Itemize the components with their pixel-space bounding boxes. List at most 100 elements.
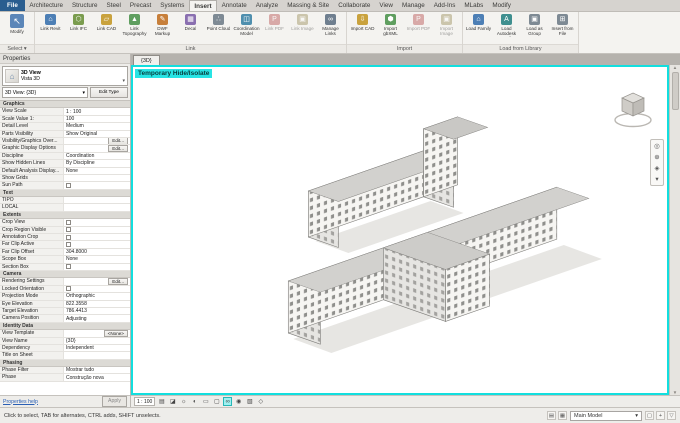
section-text[interactable]: Text	[0, 189, 130, 198]
ribbon-tab-view[interactable]: View	[375, 0, 398, 11]
section-phasing[interactable]: Phasing	[0, 359, 130, 368]
file-menu-button[interactable]: File	[0, 0, 25, 11]
type-selector[interactable]: ⌂ 3D View Vista 3D ▾	[2, 66, 128, 86]
property-value-show-hidden-lines[interactable]: By Discipline	[64, 160, 130, 167]
visual-style-icon[interactable]: ◪	[168, 397, 177, 406]
property-value-discipline[interactable]: Coordination	[64, 152, 130, 160]
section-identity-data[interactable]: Identity Data	[0, 322, 130, 331]
property-value-title-on-sheet[interactable]	[64, 352, 130, 359]
property-value-view-template[interactable]: <None>	[64, 330, 130, 337]
constraints-icon[interactable]: ◇	[256, 397, 265, 406]
property-value-view-scale[interactable]: 1 : 100	[64, 108, 130, 115]
property-value-rendering-settings[interactable]: Edit...	[64, 278, 130, 285]
navigation-wheel-icon[interactable]: ◎	[651, 141, 663, 151]
pan-icon[interactable]: ◈	[651, 163, 663, 173]
design-options-dropdown[interactable]: Main Model ▾	[570, 410, 642, 421]
property-value-target-elevation[interactable]: 786.4413	[64, 307, 130, 315]
property-value-tipo[interactable]	[64, 197, 130, 204]
tool-decal[interactable]: ▦ Decal	[177, 13, 204, 31]
property-value-scale-value-1[interactable]: 100	[64, 115, 130, 123]
tool-import-gbxml[interactable]: ⬢ Import gbXML	[377, 13, 404, 36]
property-value-default-analysis-display[interactable]: None	[64, 167, 130, 174]
panel-label-load-from-library[interactable]: Load from Library	[463, 44, 578, 53]
ribbon-tab-precast[interactable]: Precast	[125, 0, 155, 11]
ribbon-tab-systems[interactable]: Systems	[156, 0, 189, 11]
properties-help-link[interactable]: Properties help	[3, 399, 38, 405]
ribbon-tab-add-ins[interactable]: Add-Ins	[429, 0, 460, 11]
ribbon-tab-insert[interactable]: Insert	[188, 0, 218, 11]
section-extents[interactable]: Extents	[0, 211, 130, 220]
3d-building-model[interactable]	[133, 67, 667, 393]
tool-load-as-group[interactable]: ▣ Load as Group	[521, 13, 548, 36]
property-value-local[interactable]	[64, 204, 130, 211]
checkbox[interactable]	[66, 286, 71, 292]
type-dropdown-icon[interactable]: ▾	[122, 78, 125, 85]
reveal-hidden-elements-icon[interactable]: ◉	[234, 397, 243, 406]
tool-manage-links[interactable]: ∞ Manage Links	[317, 13, 344, 36]
detail-level-icon[interactable]: ▤	[157, 397, 166, 406]
shadows-icon[interactable]: ◐	[190, 397, 199, 406]
property-value-phase-filter[interactable]: Mostrar tudo	[64, 367, 130, 374]
design-options-icon[interactable]: ▦	[558, 411, 567, 420]
zoom-icon[interactable]: ⊕	[651, 152, 663, 162]
tool-link-ifc[interactable]: ⬡ Link IFC	[65, 13, 92, 31]
temporary-view-properties-icon[interactable]: ▧	[245, 397, 254, 406]
view-scale-control[interactable]: 1 : 100	[134, 397, 156, 406]
edit-button[interactable]: Edit...	[108, 145, 128, 152]
section-graphics[interactable]: Graphics	[0, 101, 130, 109]
sun-path-icon[interactable]: ☼	[179, 397, 188, 406]
drawing-area[interactable]: Temporary Hide/Isolate ◎ ⊕ ◈ ▾	[131, 65, 669, 395]
temporary-hide-isolate-icon[interactable]: ∞	[223, 397, 233, 406]
ribbon-tab-manage[interactable]: Manage	[397, 0, 429, 11]
tool-insert-from-file[interactable]: ⊞ Insert from File	[549, 13, 576, 36]
view-cube[interactable]	[611, 89, 655, 131]
selection-filter-icon[interactable]: ▽	[667, 411, 676, 420]
edit-button[interactable]: Edit...	[108, 137, 128, 145]
ribbon-tab-analyze[interactable]: Analyze	[251, 0, 282, 11]
ribbon-tab-massing-site[interactable]: Massing & Site	[283, 0, 334, 11]
edit-type-button[interactable]: Edit Type	[90, 87, 128, 98]
ribbon-tab-architecture[interactable]: Architecture	[25, 0, 68, 11]
property-value-visibility-graphics-over[interactable]: Edit...	[64, 137, 130, 145]
ribbon-tab-mlabs[interactable]: MLabs	[460, 0, 488, 11]
tool-link-cad[interactable]: ▱ Link CAD	[93, 13, 120, 31]
tool-import-cad[interactable]: ⇩ Import CAD	[349, 13, 376, 31]
tool-point-cloud[interactable]: ∴ Point Cloud	[205, 13, 232, 31]
property-value-projection-mode[interactable]: Orthographic	[64, 293, 130, 300]
checkbox[interactable]	[66, 234, 71, 240]
property-value-annotation-crop[interactable]	[64, 234, 130, 241]
tool-link-topography[interactable]: ▲ Link Topography	[121, 13, 148, 36]
checkbox[interactable]	[66, 264, 71, 270]
tool-link-revit[interactable]: ⌂ Link Revit	[37, 13, 64, 31]
vertical-scrollbar[interactable]: ▲ ▼	[669, 65, 680, 395]
ribbon-tab-steel[interactable]: Steel	[102, 0, 125, 11]
panel-label-select[interactable]: Select ▾	[0, 44, 34, 53]
ribbon-tab-modify[interactable]: Modify	[488, 0, 516, 11]
ribbon-tab-annotate[interactable]: Annotate	[217, 0, 251, 11]
property-value-camera-position[interactable]: Adjusting	[64, 315, 130, 322]
section-camera[interactable]: Camera	[0, 270, 130, 279]
scrollbar-thumb[interactable]	[671, 72, 679, 110]
view-tab-3d[interactable]: {3D}	[133, 55, 160, 65]
property-value-crop-view[interactable]	[64, 219, 130, 226]
worksets-icon[interactable]: ▤	[547, 411, 556, 420]
tool-coordination-model[interactable]: ◫ Coordination Model	[233, 13, 260, 36]
checkbox[interactable]	[66, 182, 71, 188]
apply-button[interactable]: Apply	[102, 396, 127, 407]
property-value-parts-visibility[interactable]: Show Original	[64, 130, 130, 137]
navbar-options-chevron-icon[interactable]: ▾	[651, 174, 663, 184]
panel-label-import[interactable]: Import	[347, 44, 462, 53]
ribbon-tab-collaborate[interactable]: Collaborate	[334, 0, 375, 11]
checkbox[interactable]	[66, 227, 71, 233]
property-value-section-box[interactable]	[64, 263, 130, 270]
edit-button[interactable]: <None>	[103, 330, 128, 337]
property-value-far-clip-active[interactable]	[64, 241, 130, 248]
property-value-show-grids[interactable]	[64, 174, 130, 182]
property-value-scope-box[interactable]: None	[64, 256, 130, 263]
tool-load-family[interactable]: ⌂ Load Family	[465, 13, 492, 31]
tool-load-autodesk-family[interactable]: ALoad Autodesk Family	[493, 13, 520, 37]
edit-button[interactable]: Edit...	[108, 278, 128, 285]
crop-region-visibility-icon[interactable]: ▢	[212, 397, 221, 406]
crop-view-icon[interactable]: ▭	[201, 397, 210, 406]
property-value-view-name[interactable]: {3D}	[64, 337, 130, 344]
